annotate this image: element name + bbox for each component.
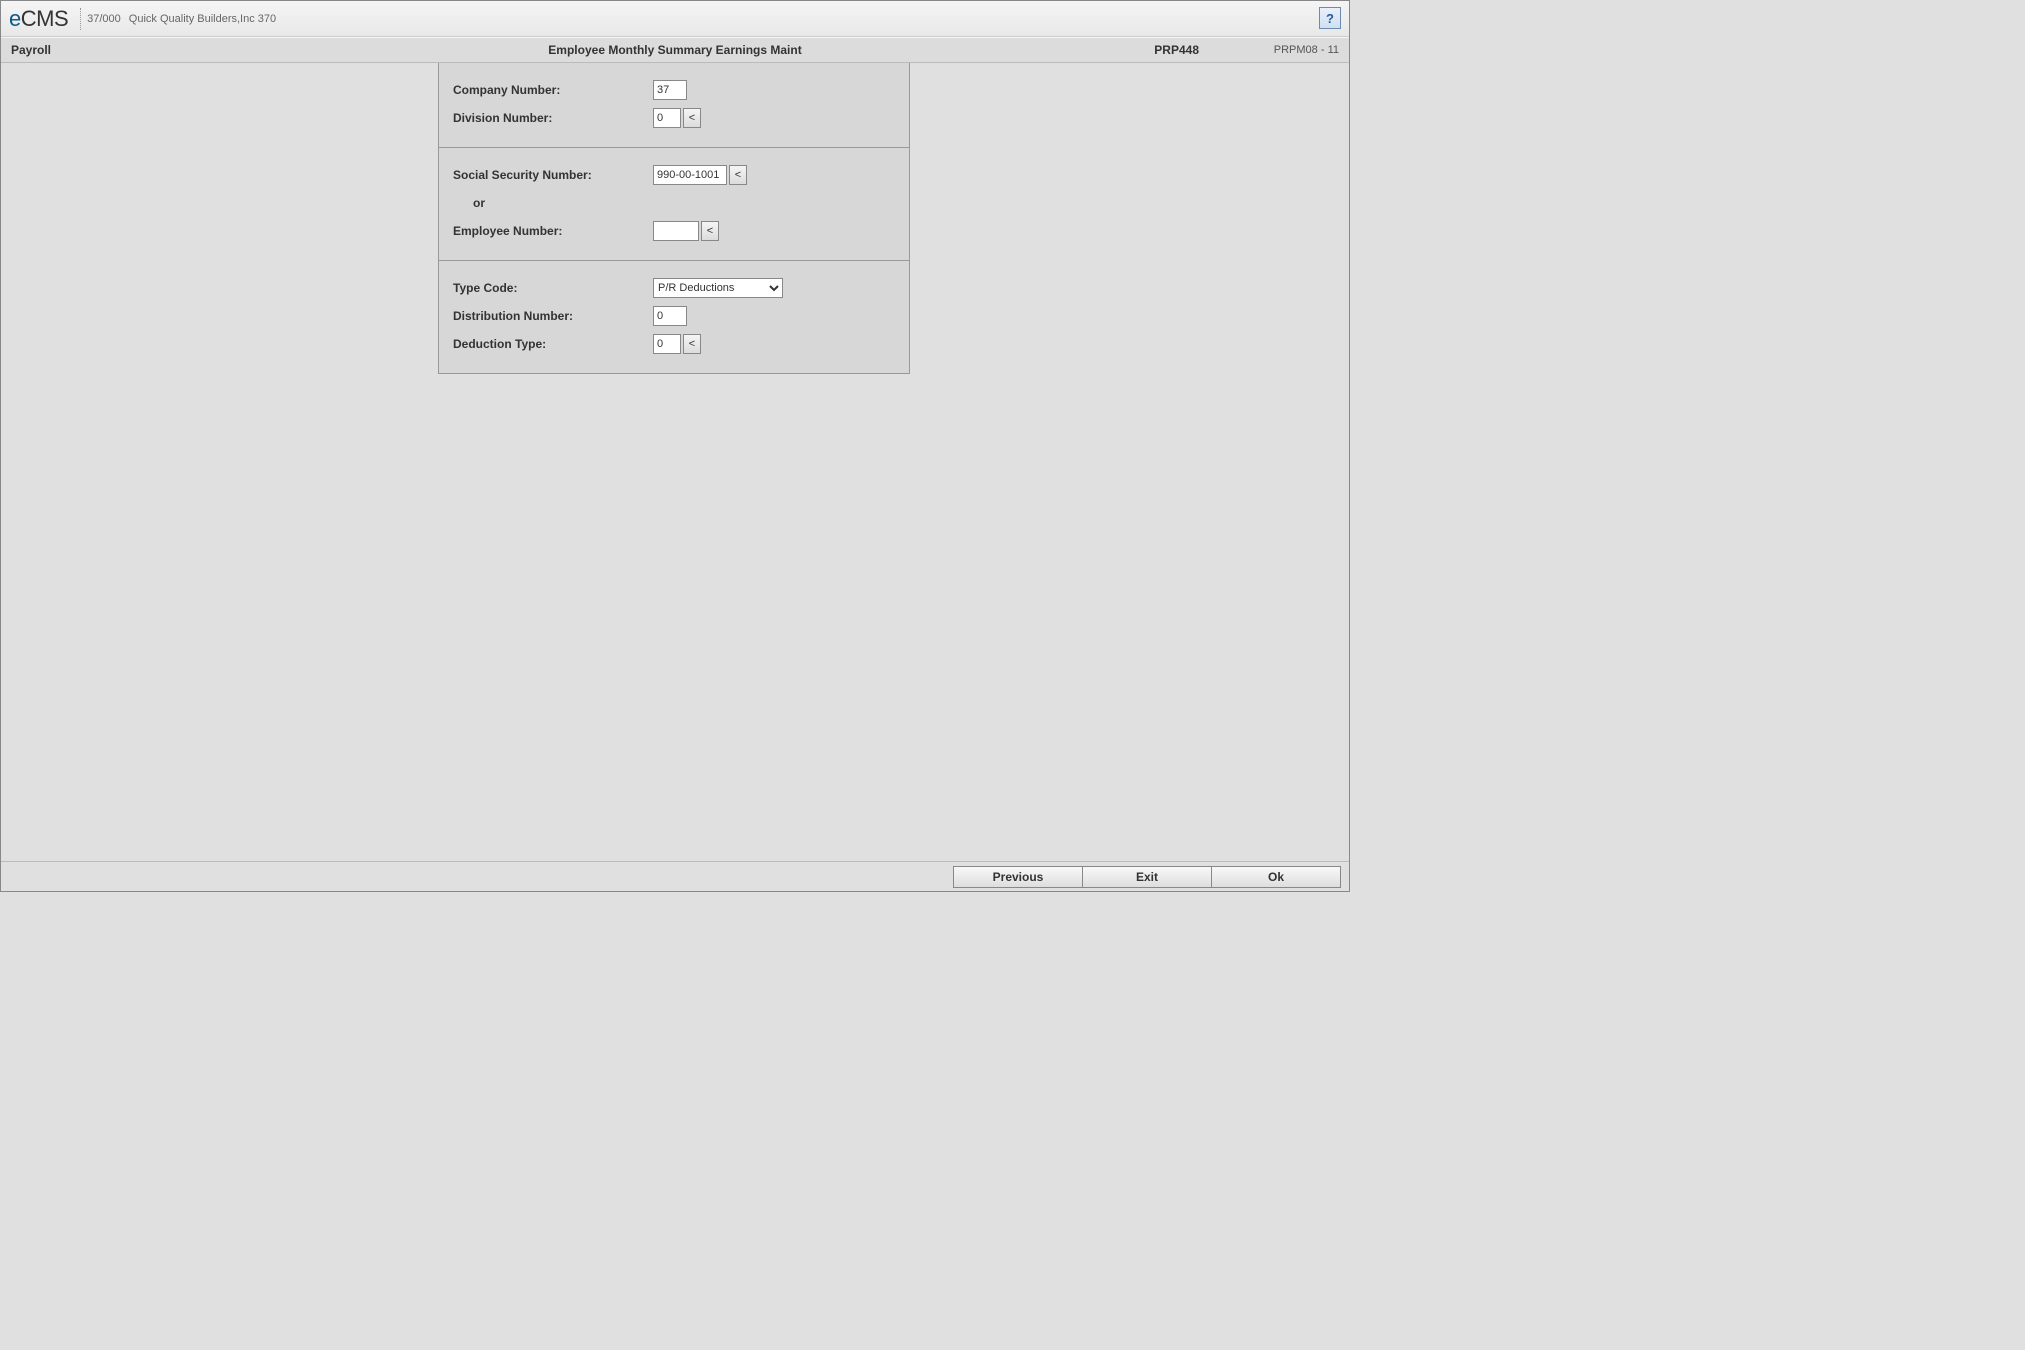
row-company-number: Company Number:	[453, 79, 895, 101]
deduction-lookup-button[interactable]: <	[683, 334, 701, 354]
app-logo: eCMS	[9, 6, 68, 32]
or-label: or	[453, 196, 653, 210]
screen-code: PRPM08 - 11	[1274, 44, 1339, 56]
ssn-input[interactable]	[653, 165, 727, 185]
row-employee-number: Employee Number: <	[453, 220, 895, 242]
company-code: 37/000	[87, 13, 121, 25]
row-type-code: Type Code: P/R Deductions	[453, 277, 895, 299]
employee-number-input[interactable]	[653, 221, 699, 241]
company-number-input[interactable]	[653, 80, 687, 100]
row-deduction-type: Deduction Type: <	[453, 333, 895, 355]
section-company: Company Number: Division Number: <	[439, 63, 909, 148]
employee-number-label: Employee Number:	[453, 224, 653, 238]
distribution-number-input[interactable]	[653, 306, 687, 326]
subheader: Payroll Employee Monthly Summary Earning…	[1, 37, 1349, 63]
ok-button[interactable]: Ok	[1211, 866, 1341, 888]
exit-button[interactable]: Exit	[1082, 866, 1212, 888]
section-employee-id: Social Security Number: < or Employee Nu…	[439, 148, 909, 261]
type-code-select[interactable]: P/R Deductions	[653, 278, 783, 298]
footer: Previous Exit Ok	[1, 861, 1349, 891]
deduction-type-label: Deduction Type:	[453, 337, 653, 351]
logo-cms: CMS	[21, 6, 68, 31]
ssn-lookup-button[interactable]: <	[729, 165, 747, 185]
division-number-label: Division Number:	[453, 111, 653, 125]
row-division-number: Division Number: <	[453, 107, 895, 129]
form-panel: Company Number: Division Number: < Socia…	[438, 63, 910, 374]
app-window: eCMS 37/000 Quick Quality Builders,Inc 3…	[0, 0, 1350, 892]
division-number-input[interactable]	[653, 108, 681, 128]
type-code-label: Type Code:	[453, 281, 653, 295]
company-name: Quick Quality Builders,Inc 370	[129, 13, 276, 25]
deduction-type-input[interactable]	[653, 334, 681, 354]
distribution-number-label: Distribution Number:	[453, 309, 653, 323]
section-type: Type Code: P/R Deductions Distribution N…	[439, 261, 909, 373]
titlebar: eCMS 37/000 Quick Quality Builders,Inc 3…	[1, 1, 1349, 37]
row-ssn: Social Security Number: <	[453, 164, 895, 186]
help-icon: ?	[1326, 11, 1334, 26]
row-distribution-number: Distribution Number:	[453, 305, 895, 327]
help-button[interactable]: ?	[1319, 7, 1341, 29]
previous-button[interactable]: Previous	[953, 866, 1083, 888]
program-code: PRP448	[1154, 43, 1199, 57]
row-or: or	[453, 192, 895, 214]
page-body: Company Number: Division Number: < Socia…	[1, 63, 1349, 861]
module-label: Payroll	[11, 43, 51, 57]
employee-lookup-button[interactable]: <	[701, 221, 719, 241]
logo-e: e	[9, 6, 21, 31]
ssn-label: Social Security Number:	[453, 168, 653, 182]
divider	[80, 8, 81, 30]
company-number-label: Company Number:	[453, 83, 653, 97]
page-title: Employee Monthly Summary Earnings Maint	[548, 43, 801, 57]
division-lookup-button[interactable]: <	[683, 108, 701, 128]
